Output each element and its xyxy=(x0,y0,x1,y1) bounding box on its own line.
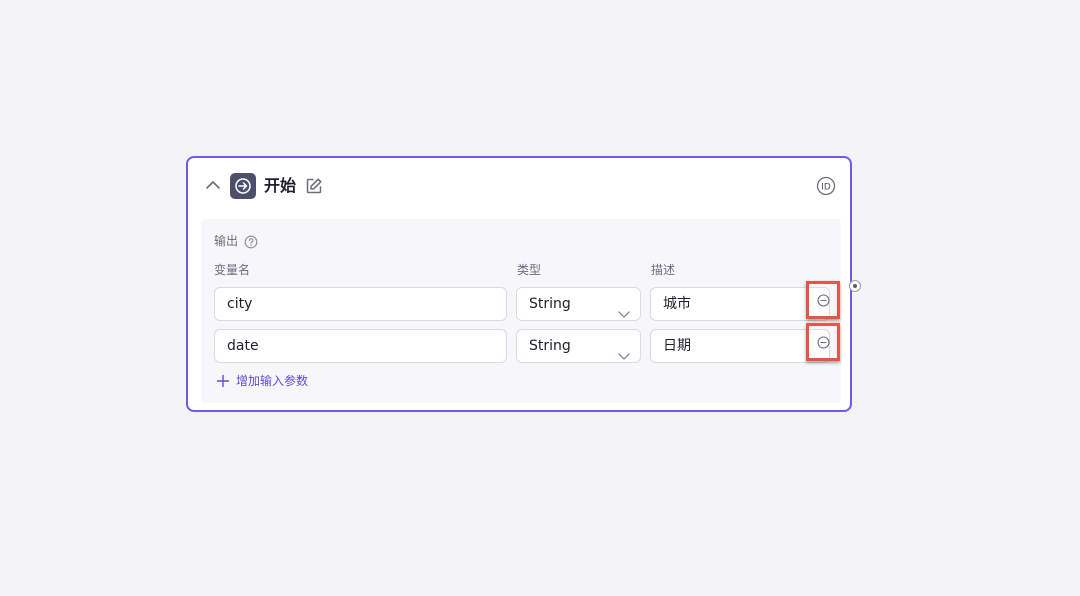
chevron-up-icon[interactable] xyxy=(204,176,222,194)
param-row: city String 城市 xyxy=(201,281,841,321)
help-circle-icon[interactable] xyxy=(244,234,258,249)
chevron-down-icon xyxy=(618,341,630,360)
param-row: date String 日期 xyxy=(201,323,841,363)
param-desc-input[interactable]: 城市 xyxy=(650,287,830,321)
param-desc-input[interactable]: 日期 xyxy=(650,329,830,363)
edit-icon[interactable] xyxy=(305,177,323,195)
chevron-down-icon xyxy=(618,299,630,318)
param-type-value: String xyxy=(529,338,571,354)
param-name-input[interactable]: city xyxy=(214,287,507,321)
workflow-canvas: 开始 ID 输出 变量名 类型 描述 city String 城市 date S… xyxy=(0,0,1080,596)
plus-icon xyxy=(216,374,230,388)
output-connector-handle[interactable] xyxy=(849,280,861,292)
add-param-label: 增加输入参数 xyxy=(236,374,309,388)
output-label: 输出 xyxy=(214,234,239,248)
output-section: 输出 变量名 类型 描述 city String 城市 date String … xyxy=(201,219,841,403)
id-label: ID xyxy=(821,183,831,193)
param-type-value: String xyxy=(529,296,571,312)
add-param-button[interactable]: 增加输入参数 xyxy=(216,372,308,390)
param-type-select[interactable]: String xyxy=(516,287,641,321)
node-title: 开始 xyxy=(264,176,297,195)
param-type-select[interactable]: String xyxy=(516,329,641,363)
column-header-type: 类型 xyxy=(517,263,542,277)
minus-circle-icon xyxy=(817,294,830,307)
id-icon[interactable]: ID xyxy=(816,176,836,196)
start-node[interactable]: 开始 ID 输出 变量名 类型 描述 city String 城市 date S… xyxy=(186,156,852,412)
start-arrow-icon xyxy=(230,173,256,199)
remove-param-button[interactable] xyxy=(806,323,840,361)
remove-param-button[interactable] xyxy=(806,281,840,319)
node-header: 开始 ID xyxy=(188,158,850,216)
minus-circle-icon xyxy=(817,336,830,349)
column-header-desc: 描述 xyxy=(651,263,676,277)
column-header-name: 变量名 xyxy=(214,263,251,277)
param-name-input[interactable]: date xyxy=(214,329,507,363)
